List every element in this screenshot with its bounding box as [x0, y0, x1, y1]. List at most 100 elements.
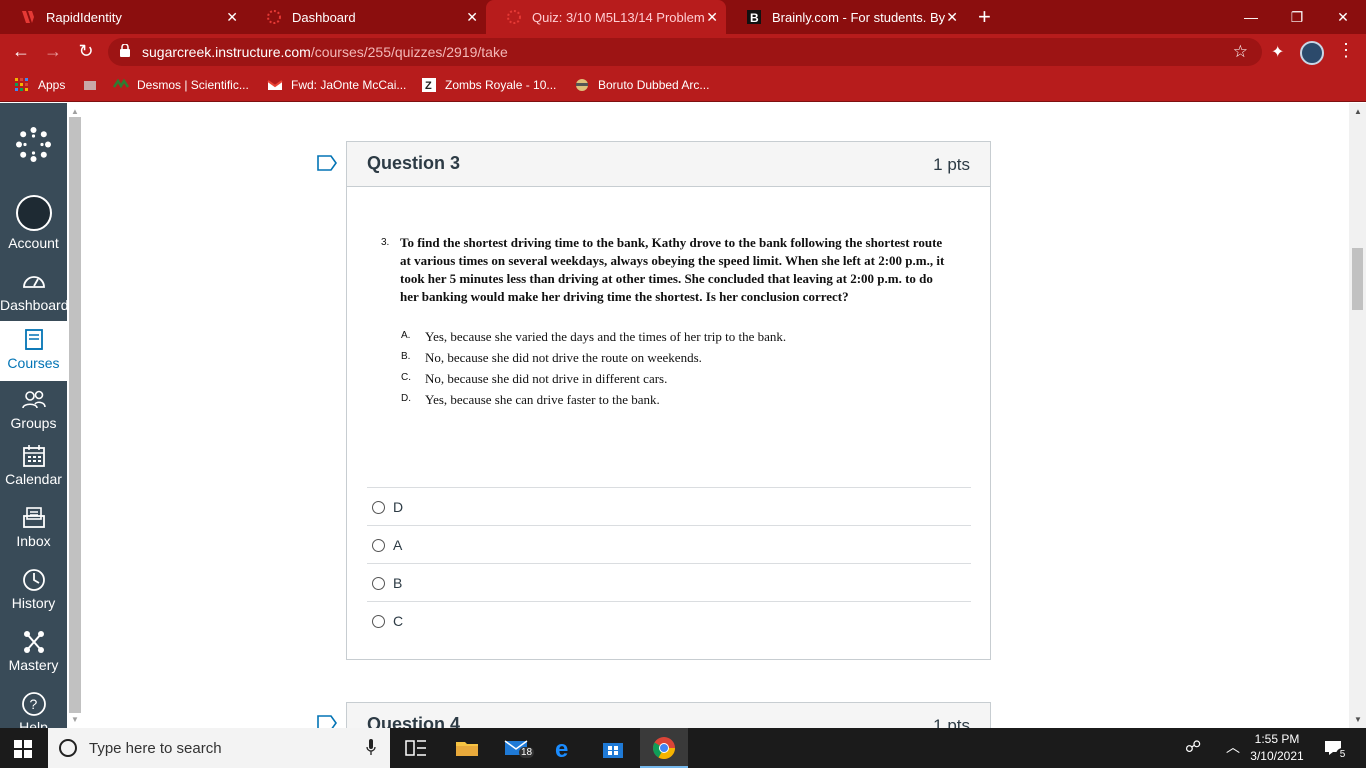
scroll-down-icon[interactable]: ▼ — [1354, 715, 1362, 724]
canvas-logo-icon[interactable] — [15, 126, 52, 163]
calendar-icon — [22, 445, 45, 467]
avatar — [15, 195, 52, 231]
extensions-icon[interactable]: ✦ — [1271, 42, 1284, 62]
question-header: Question 3 1 pts — [347, 142, 990, 187]
tab-rapididentity[interactable]: RapidIdentity ✕ — [0, 0, 246, 34]
nav-dashboard[interactable]: Dashboard — [0, 269, 67, 327]
svg-text:?: ? — [29, 696, 37, 712]
page-scrollbar[interactable]: ▲ ▼ — [1349, 103, 1366, 728]
radio-button[interactable] — [372, 577, 385, 590]
edge-icon[interactable]: e — [553, 736, 577, 760]
restore-icon[interactable]: ❐ — [1274, 0, 1320, 34]
nav-label: Account — [8, 235, 59, 251]
nav-courses[interactable]: Courses — [0, 321, 67, 381]
clock-time: 1:55 PM — [1254, 732, 1300, 746]
answer-option-b[interactable]: B — [367, 563, 971, 601]
page-scrollbar-thumb[interactable] — [1352, 248, 1363, 310]
windows-start-icon[interactable] — [14, 740, 32, 758]
close-window-icon[interactable]: ✕ — [1320, 0, 1366, 34]
browser-toolbar: ← → ↻ sugarcreek.instructure.com/courses… — [0, 34, 1366, 70]
nav-scrollbar-thumb[interactable] — [69, 117, 81, 713]
courses-icon — [24, 329, 43, 350]
chrome-icon — [653, 737, 675, 759]
chrome-taskbar-button[interactable] — [640, 728, 688, 768]
tab-title: RapidIdentity — [46, 9, 122, 25]
bookmark-folder[interactable] — [82, 77, 106, 93]
window-controls: — ❐ ✕ — [1228, 0, 1366, 34]
tab-quiz[interactable]: Quiz: 3/10 M5L13/14 Problem Se ✕ — [486, 0, 726, 34]
task-view-icon[interactable] — [404, 736, 428, 760]
close-tab-icon[interactable]: ✕ — [466, 9, 478, 26]
svg-text:e: e — [555, 736, 568, 760]
radio-button[interactable] — [372, 539, 385, 552]
bookmarks-bar: Apps Desmos | Scientific... Fwd: JaOnte … — [0, 70, 1366, 102]
store-icon[interactable] — [601, 736, 625, 760]
url-path: /courses/255/quizzes/2919/take — [310, 44, 508, 60]
reload-icon[interactable]: ↻ — [75, 41, 97, 62]
scroll-up-icon[interactable]: ▲ — [1354, 107, 1362, 116]
system-clock[interactable]: 1:55 PM 3/10/2021 — [1246, 731, 1308, 765]
nav-account[interactable]: Account — [0, 195, 67, 253]
folder-icon — [84, 81, 96, 90]
nav-groups[interactable]: Groups — [0, 387, 67, 445]
nav-label: Dashboard — [0, 297, 67, 313]
forward-icon[interactable]: → — [42, 41, 64, 62]
flag-question-icon[interactable] — [317, 155, 337, 171]
url-host: sugarcreek.instructure.com — [142, 44, 311, 60]
bookmark-zombs[interactable]: Z Zombs Royale - 10... — [421, 77, 556, 93]
bookmark-boruto[interactable]: Boruto Dubbed Arc... — [574, 77, 709, 93]
nav-history[interactable]: History — [0, 567, 67, 625]
choice-text: No, because she did not drive the route … — [425, 350, 702, 365]
scroll-up-icon[interactable]: ▲ — [71, 107, 79, 116]
address-bar[interactable]: sugarcreek.instructure.com/courses/255/q… — [108, 38, 1262, 66]
choice-text: Yes, because she can drive faster to the… — [425, 392, 660, 407]
groups-icon — [21, 390, 46, 409]
choice-text: Yes, because she varied the days and the… — [425, 329, 787, 344]
radio-button[interactable] — [372, 615, 385, 628]
show-hidden-icons-icon[interactable]: ︿ — [1226, 737, 1240, 757]
nav-label: Mastery — [8, 657, 59, 673]
nav-mastery[interactable]: Mastery — [0, 629, 67, 687]
bookmark-label: Fwd: JaOnte McCai... — [291, 78, 407, 92]
taskbar-search[interactable]: Type here to search — [48, 728, 390, 768]
nav-help[interactable]: ? Help — [0, 691, 67, 728]
close-tab-icon[interactable]: ✕ — [226, 9, 238, 26]
close-tab-icon[interactable]: ✕ — [706, 9, 718, 26]
back-icon[interactable]: ← — [10, 41, 32, 62]
close-tab-icon[interactable]: ✕ — [946, 9, 958, 26]
new-tab-icon[interactable]: + — [978, 4, 991, 30]
profile-avatar[interactable] — [1300, 41, 1324, 65]
people-icon[interactable]: ☍ — [1185, 737, 1201, 757]
url-text: sugarcreek.instructure.com/courses/255/q… — [142, 44, 508, 60]
bookmark-star-icon[interactable]: ☆ — [1233, 42, 1248, 62]
global-nav: Account Dashboard Courses Groups Calenda… — [0, 103, 67, 728]
choice-letter: B. — [401, 351, 411, 362]
answer-option-c[interactable]: C — [367, 601, 971, 639]
nav-inbox[interactable]: Inbox — [0, 505, 67, 563]
tab-dashboard[interactable]: Dashboard ✕ — [246, 0, 486, 34]
nav-scrollbar[interactable]: ▲ ▼ — [67, 103, 83, 728]
dashboard-icon — [22, 276, 45, 288]
answer-option-d[interactable]: D — [367, 487, 971, 525]
minimize-icon[interactable]: — — [1228, 0, 1274, 34]
file-explorer-icon[interactable] — [455, 736, 479, 760]
bookmark-gmail[interactable]: Fwd: JaOnte McCai... — [267, 77, 406, 93]
answer-list: D A B C — [367, 487, 971, 639]
radio-button[interactable] — [372, 501, 385, 514]
canvas-icon — [267, 10, 281, 24]
answer-label: A — [393, 536, 403, 553]
microphone-icon[interactable] — [366, 739, 376, 756]
choice-text: No, because she did not drive in differe… — [425, 371, 668, 386]
bookmark-label: Desmos | Scientific... — [137, 78, 249, 92]
nav-label: Groups — [10, 415, 57, 431]
nav-calendar[interactable]: Calendar — [0, 443, 67, 501]
lock-icon — [120, 44, 130, 57]
bookmark-label: Apps — [38, 78, 66, 92]
answer-option-a[interactable]: A — [367, 525, 971, 563]
scroll-down-icon[interactable]: ▼ — [71, 715, 79, 724]
browser-menu-icon[interactable]: ⋮ — [1337, 40, 1355, 61]
bookmark-desmos[interactable]: Desmos | Scientific... — [113, 77, 249, 93]
question-points: 1 pts — [933, 155, 970, 174]
tab-brainly[interactable]: B Brainly.com - For students. By stu ✕ — [726, 0, 966, 34]
bookmark-apps[interactable]: Apps — [14, 77, 65, 93]
